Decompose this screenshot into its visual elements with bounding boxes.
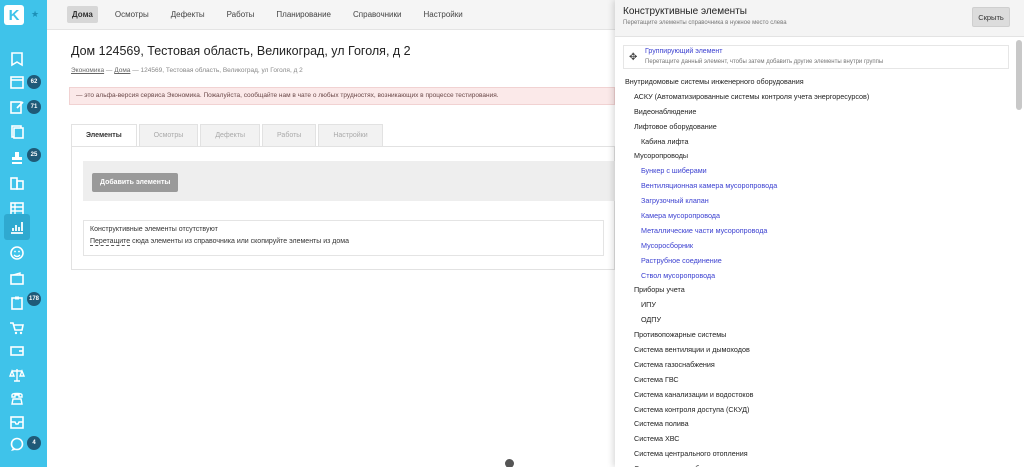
tab-inspections[interactable]: Осмотры: [138, 124, 199, 147]
tree-item[interactable]: Приборы учета: [615, 283, 1010, 298]
elements-toolbar: Добавить элементы: [83, 161, 616, 201]
breadcrumb-houses[interactable]: Дома: [114, 67, 130, 74]
house-tabs: Элементы Осмотры Дефекты Работы Настройк…: [71, 124, 385, 147]
tree-item[interactable]: Загрузочный клапан: [615, 194, 1010, 209]
stamp-icon[interactable]: [4, 145, 30, 171]
grouping-element[interactable]: ✥ Группирующий элемент Перетащите данный…: [623, 45, 1009, 69]
phone-icon[interactable]: [4, 385, 30, 411]
clipboard-icon[interactable]: [4, 290, 30, 316]
tree-item[interactable]: Система газоснабжения: [615, 358, 1010, 373]
buildings-icon[interactable]: [4, 170, 30, 196]
badge-works: 25: [27, 148, 41, 162]
page-title: Дом 124569, Тестовая область, Великоград…: [71, 44, 411, 58]
breadcrumb: Экономика — Дома — 124569, Тестовая обла…: [71, 67, 303, 74]
empty-message: Конструктивные элементы отсутствуют: [90, 226, 218, 233]
tree-item[interactable]: Раструбное соединение: [615, 254, 1010, 269]
tree-item[interactable]: Вентиляционная камера мусоропровода: [615, 179, 1010, 194]
panel-header: Конструктивные элементы Перетащите элеме…: [615, 0, 1024, 37]
sidebar: K ★ 62 71 25 178 4: [0, 0, 47, 467]
tree-item[interactable]: Видеонаблюдение: [615, 105, 1010, 120]
empty-hint: Перетащите сюда элементы из справочника …: [90, 238, 597, 246]
topnav-tab-houses[interactable]: Дома: [67, 6, 98, 23]
tree-item[interactable]: Система полива: [615, 417, 1010, 432]
pin-icon[interactable]: ★: [31, 9, 39, 20]
tree-item[interactable]: Ствол мусоропровода: [615, 269, 1010, 284]
breadcrumb-economy[interactable]: Экономика: [71, 67, 104, 74]
card-icon[interactable]: [4, 338, 30, 364]
tree-item[interactable]: Противопожарные системы: [615, 328, 1010, 343]
tree-item[interactable]: Металлические части мусоропровода: [615, 224, 1010, 239]
tree-item[interactable]: Камера мусоропровода: [615, 209, 1010, 224]
panel-title: Конструктивные элементы: [623, 6, 747, 17]
tree-item[interactable]: Система центрального отопления: [615, 447, 1010, 462]
topnav-tab-inspections[interactable]: Осмотры: [110, 6, 154, 23]
elements-drop-zone[interactable]: Конструктивные элементы отсутствуют Пере…: [83, 220, 604, 256]
alpha-notice: — это альфа-версия сервиса Экономика. По…: [69, 87, 615, 105]
tab-settings[interactable]: Настройки: [318, 124, 383, 147]
tab-defects[interactable]: Дефекты: [200, 124, 260, 147]
topnav-tab-works[interactable]: Работы: [222, 6, 260, 23]
grouping-element-title: Группирующий элемент: [645, 48, 723, 55]
drag-hint-link[interactable]: Перетащите: [90, 238, 131, 246]
reference-panel: Конструктивные элементы Перетащите элеме…: [615, 0, 1024, 467]
empty-hint-rest: сюда элементы из справочника или скопиру…: [130, 238, 349, 245]
tree-item[interactable]: Мусоросборник: [615, 239, 1010, 254]
tree-item[interactable]: Мусоропроводы: [615, 149, 1010, 164]
tree-item[interactable]: Система ГВС: [615, 373, 1010, 388]
reference-tree: Внутридомовые системы инженерного оборуд…: [615, 75, 1010, 467]
top-navigation: Дома Осмотры Дефекты Работы Планирование…: [47, 0, 615, 30]
chat-icon[interactable]: [4, 432, 30, 458]
tree-item[interactable]: Кабина лифта: [615, 135, 1010, 150]
badge-chat: 4: [27, 436, 41, 450]
smile-icon[interactable]: [4, 240, 30, 266]
tab-works[interactable]: Работы: [261, 124, 317, 147]
documents-icon[interactable]: [4, 119, 30, 145]
tree-item[interactable]: Внутридомовые системы инженерного оборуд…: [615, 75, 1010, 90]
tree-item[interactable]: Система электрооборудования: [615, 462, 1010, 467]
move-icon: ✥: [629, 52, 638, 63]
wallet-icon[interactable]: [4, 266, 30, 292]
grouping-element-subtitle: Перетащите данный элемент, чтобы затем д…: [645, 59, 884, 65]
tree-item[interactable]: Система вентиляции и дымоходов: [615, 343, 1010, 358]
panel-scrollbar[interactable]: [1016, 40, 1022, 110]
footer-logo-icon: [505, 459, 514, 467]
tree-item[interactable]: ОДПУ: [615, 313, 1010, 328]
tree-item[interactable]: Лифтовое оборудование: [615, 120, 1010, 135]
add-elements-button[interactable]: Добавить элементы: [92, 173, 179, 192]
badge-defects: 71: [27, 100, 41, 114]
tree-item[interactable]: АСКУ (Автоматизированные системы контрол…: [615, 90, 1010, 105]
tree-item[interactable]: Бункер с шиберами: [615, 164, 1010, 179]
main-content: Дом 124569, Тестовая область, Великоград…: [47, 30, 616, 467]
topnav-tab-settings[interactable]: Настройки: [418, 6, 467, 23]
tree-item[interactable]: ИПУ: [615, 298, 1010, 313]
analytics-icon[interactable]: [4, 214, 30, 240]
topnav-tab-planning[interactable]: Планирование: [271, 6, 336, 23]
breadcrumb-separator: —: [105, 67, 113, 74]
tree-item[interactable]: Система контроля доступа (СКУД): [615, 403, 1010, 418]
logo[interactable]: K: [4, 5, 24, 25]
elements-card: Добавить элементы Конструктивные элемент…: [71, 146, 616, 270]
breadcrumb-current: 124569, Тестовая область, Великоград, ул…: [140, 67, 303, 74]
badge-inspections: 62: [27, 75, 41, 89]
panel-subtitle: Перетащите элементы справочника в нужное…: [623, 20, 787, 26]
topnav-tab-references[interactable]: Справочники: [348, 6, 406, 23]
tree-item[interactable]: Система канализации и водостоков: [615, 388, 1010, 403]
badge-tasks: 178: [27, 292, 41, 306]
tab-elements[interactable]: Элементы: [71, 124, 137, 147]
hide-panel-button[interactable]: Скрыть: [972, 7, 1010, 27]
breadcrumb-separator: —: [132, 67, 139, 74]
topnav-tab-defects[interactable]: Дефекты: [166, 6, 210, 23]
tree-item[interactable]: Система ХВС: [615, 432, 1010, 447]
